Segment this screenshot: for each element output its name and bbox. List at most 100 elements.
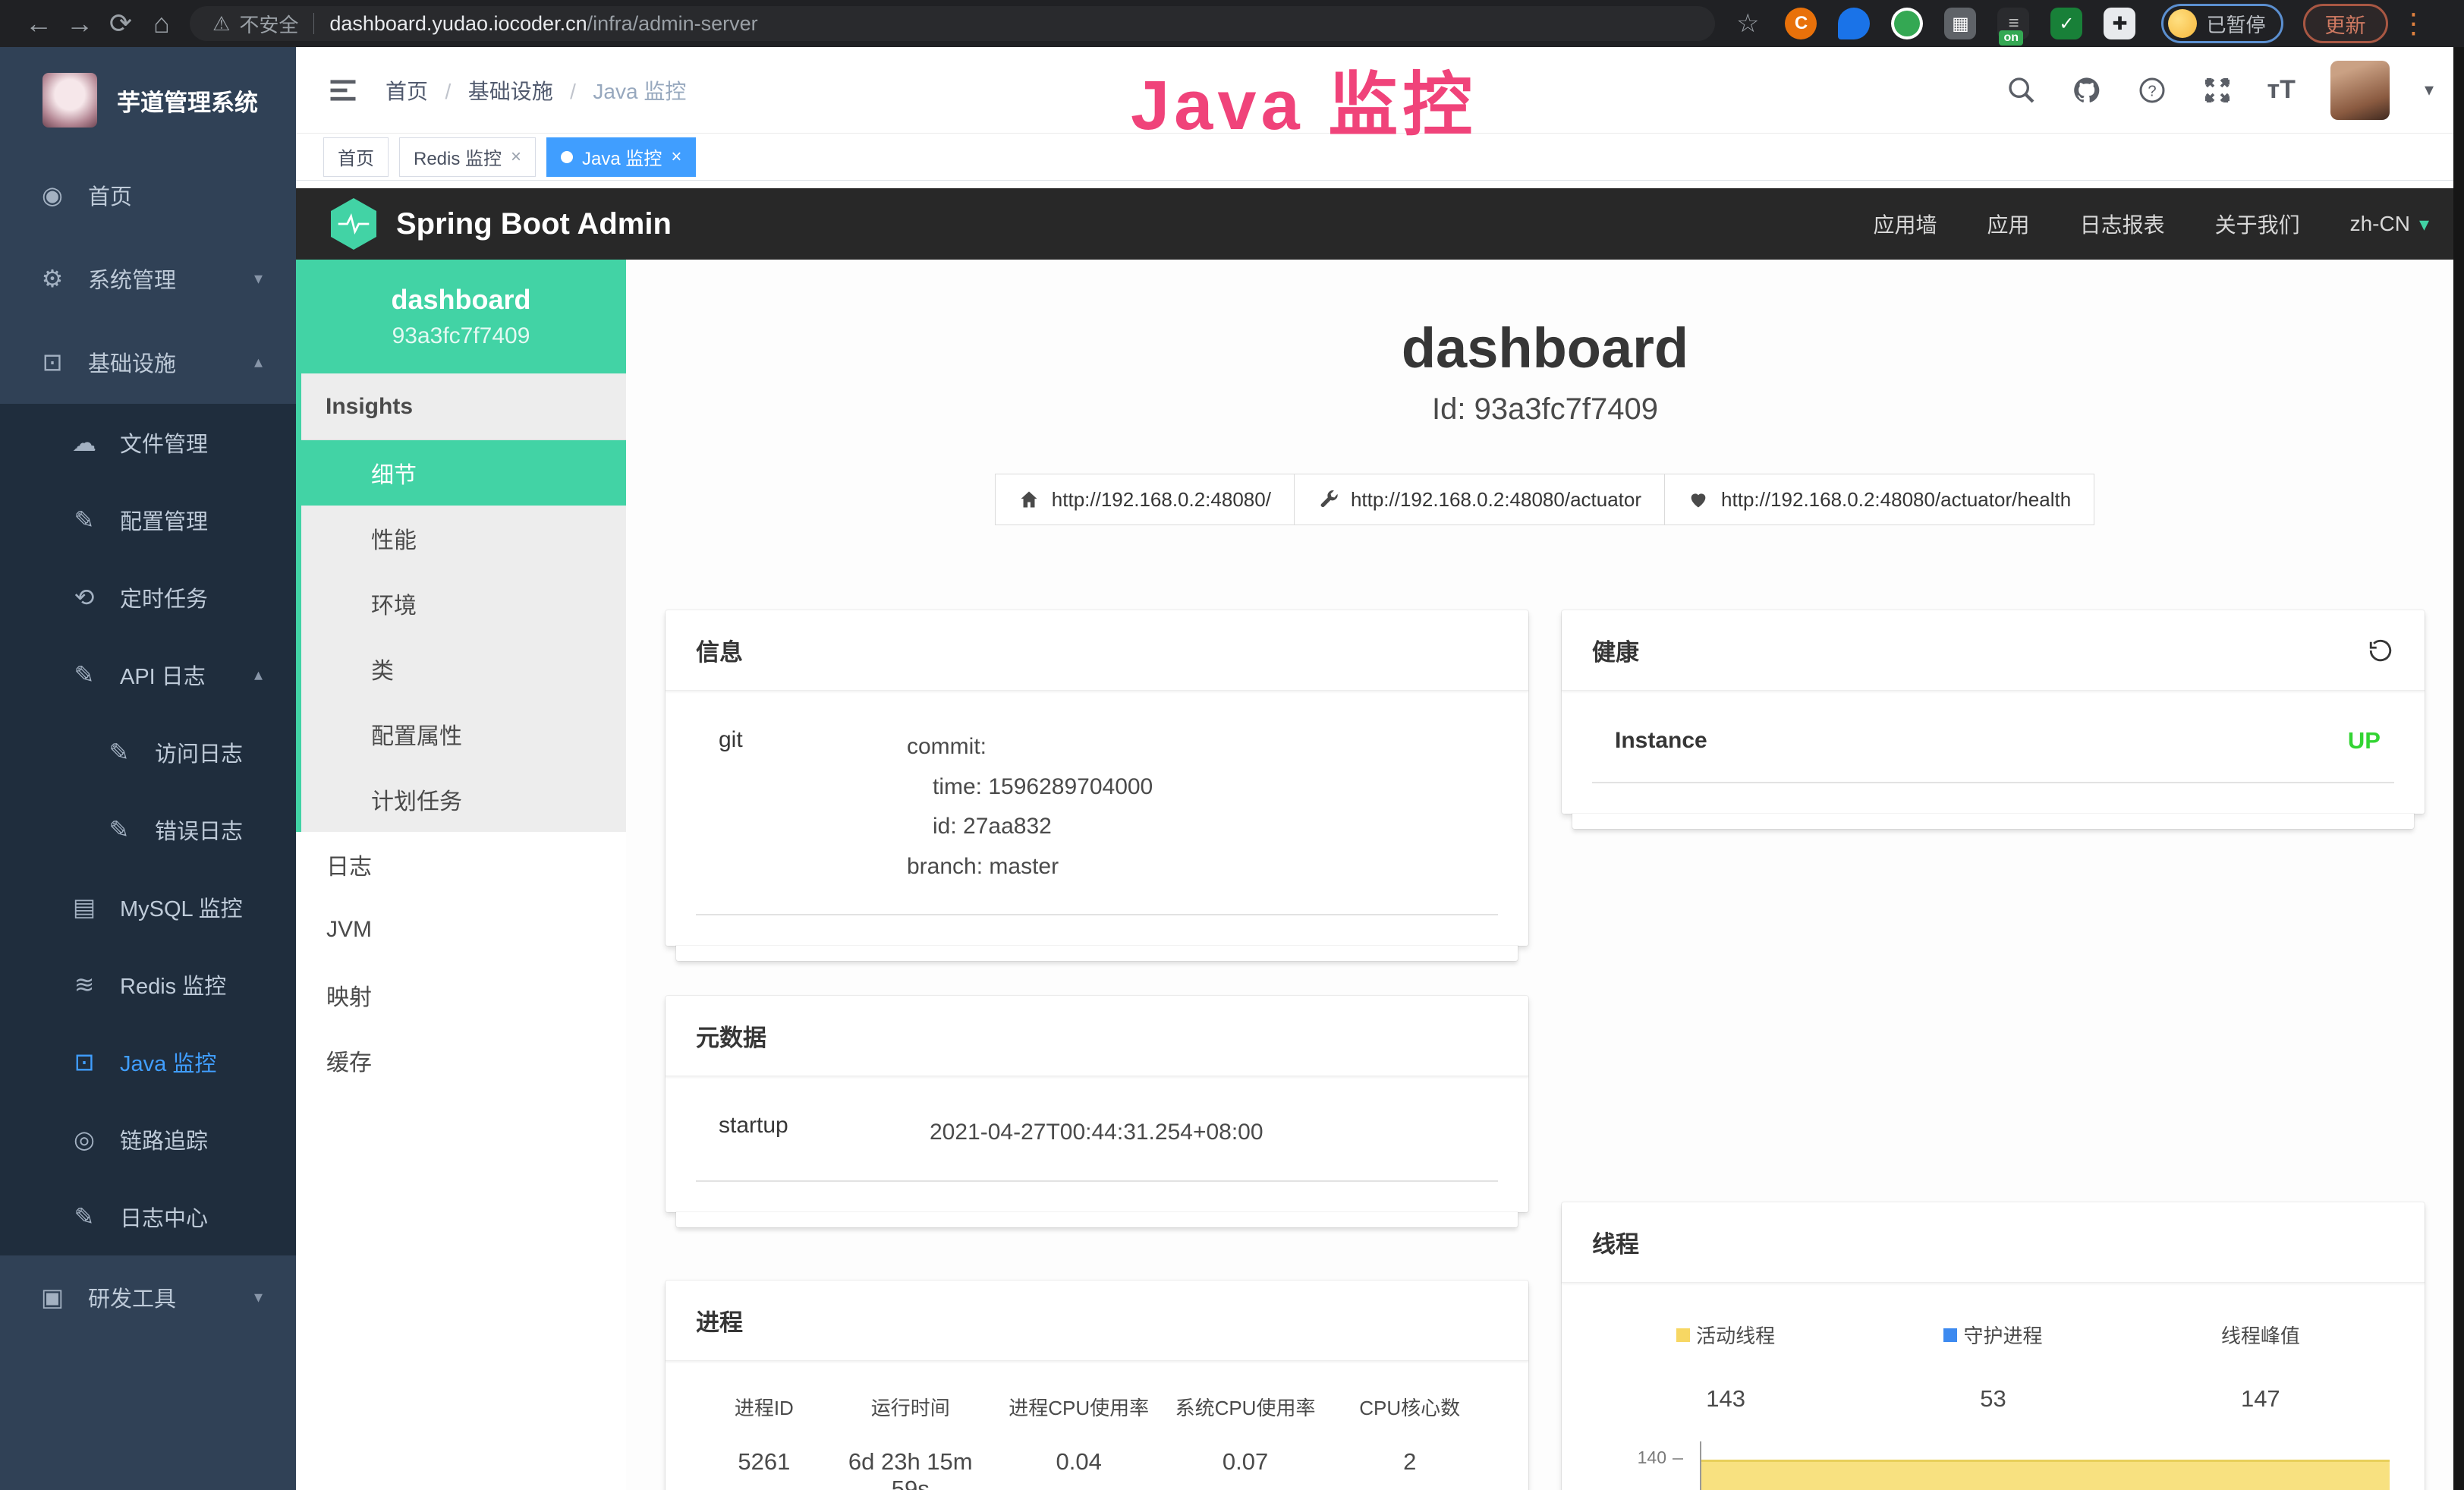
- sidebar-item-log-center[interactable]: ✎ 日志中心: [0, 1178, 296, 1255]
- toolbox-icon: ▣: [35, 1283, 70, 1312]
- sba-nav-applications[interactable]: 应用: [1987, 209, 2030, 239]
- reload-icon[interactable]: ⟳: [100, 8, 141, 39]
- cards-left-column: 信息 git commit: time: 1596289704000 id: 2…: [666, 610, 1528, 1490]
- extension-onetab-icon[interactable]: ≡on: [1997, 8, 2029, 39]
- sidebar-item-api-log[interactable]: ✎ API 日志 ▴: [0, 636, 296, 713]
- extension-grid-icon[interactable]: ▦: [1944, 8, 1976, 39]
- sba-item-metrics[interactable]: 性能: [301, 506, 626, 571]
- user-avatar[interactable]: [2330, 61, 2390, 120]
- chevron-down-icon: ▾: [254, 269, 263, 288]
- legend-daemon-threads: 守护进程: [1859, 1321, 2126, 1349]
- extension-colorpicker-icon[interactable]: C: [1785, 8, 1817, 39]
- sba-instance-header[interactable]: dashboard 93a3fc7f7409: [296, 260, 626, 373]
- sba-logo-icon[interactable]: [331, 198, 376, 250]
- sidebar-item-label: MySQL 监控: [120, 891, 243, 923]
- profile-paused-chip[interactable]: 已暂停: [2161, 4, 2283, 43]
- sidebar-item-job[interactable]: ⟲ 定时任务: [0, 559, 296, 636]
- home-icon[interactable]: ⌂: [141, 8, 182, 39]
- layers-icon: ≋: [67, 970, 102, 999]
- sba-item-logfile[interactable]: 日志: [296, 832, 626, 897]
- schedule-icon: ⟲: [67, 583, 102, 612]
- extensions-puzzle-icon[interactable]: ✚: [2104, 8, 2135, 39]
- metadata-card-body: startup 2021-04-27T00:44:31.254+08:00: [666, 1076, 1528, 1212]
- app-logo-row[interactable]: 芋道管理系统: [0, 47, 296, 153]
- process-card: 进程 进程ID 运行时间 进程CPU使用率 系统CPU使用率 CPU核心数: [666, 1281, 1528, 1490]
- sba-item-caches[interactable]: 缓存: [296, 1028, 626, 1093]
- breadcrumb-section[interactable]: 基础设施: [468, 80, 553, 103]
- url-host[interactable]: dashboard.yudao.iocoder.cn: [329, 12, 587, 36]
- forward-icon[interactable]: →: [59, 8, 100, 39]
- font-size-icon[interactable]: тT: [2267, 75, 2296, 105]
- gear-icon: ⚙: [35, 264, 70, 293]
- sba-item-configprops[interactable]: 配置属性: [301, 701, 626, 767]
- sba-item-environment[interactable]: 环境: [301, 571, 626, 636]
- profile-emoji-icon: [2168, 9, 2197, 38]
- sba-nav: 应用墙 应用 日志报表 关于我们 zh-CN ▾: [1874, 209, 2429, 239]
- cloud-upload-icon: ☁: [67, 428, 102, 457]
- sidebar-item-file[interactable]: ☁ 文件管理: [0, 404, 296, 481]
- extension-green-icon[interactable]: ✓: [2050, 8, 2082, 39]
- legend-swatch-yellow: [1676, 1328, 1690, 1342]
- browser-menu-icon[interactable]: ⋮: [2400, 8, 2428, 39]
- url-path[interactable]: /infra/admin-server: [587, 12, 758, 36]
- git-id-line: id: 27aa832: [907, 807, 1153, 847]
- sidebar-item-access-log[interactable]: ✎ 访问日志: [0, 713, 296, 791]
- sidebar-item-trace[interactable]: ◎ 链路追踪: [0, 1101, 296, 1178]
- sidebar-item-infra[interactable]: ⊡ 基础设施 ▴: [0, 320, 296, 404]
- sba-nav-about[interactable]: 关于我们: [2215, 209, 2300, 239]
- fullscreen-icon[interactable]: [2202, 75, 2233, 106]
- sba-sidebar: dashboard 93a3fc7f7409 Insights 细节 性能 环境…: [296, 260, 626, 1490]
- window-scrollbar[interactable]: [2453, 47, 2464, 1490]
- sidebar-item-label: Java 监控: [120, 1046, 216, 1078]
- tag-home[interactable]: 首页: [323, 137, 389, 177]
- heartbeat-icon: [1688, 489, 1709, 510]
- sidebar-item-config[interactable]: ✎ 配置管理: [0, 481, 296, 559]
- tag-redis-monitor[interactable]: Redis 监控 ×: [399, 137, 536, 177]
- avatar-caret-icon[interactable]: ▾: [2425, 79, 2434, 101]
- sidebar-item-java-monitor[interactable]: ⊡ Java 监控: [0, 1023, 296, 1101]
- health-url-button[interactable]: http://192.168.0.2:48080/actuator/health: [1664, 474, 2094, 525]
- sba-item-jvm[interactable]: JVM: [296, 897, 626, 962]
- tag-java-monitor[interactable]: Java 监控 ×: [546, 137, 696, 177]
- update-button[interactable]: 更新: [2303, 4, 2388, 43]
- breadcrumb-home[interactable]: 首页: [385, 80, 428, 103]
- metadata-card: 元数据 startup 2021-04-27T00:44:31.254+08:0…: [666, 996, 1528, 1212]
- dashboard-icon: ◉: [35, 181, 70, 209]
- sba-item-scheduledtasks[interactable]: 计划任务: [301, 767, 626, 832]
- sidebar-item-mysql[interactable]: ▤ MySQL 监控: [0, 868, 296, 946]
- sidebar-item-redis[interactable]: ≋ Redis 监控: [0, 946, 296, 1023]
- hamburger-icon[interactable]: [326, 74, 360, 107]
- close-icon[interactable]: ×: [511, 146, 521, 168]
- history-icon[interactable]: [2367, 637, 2394, 664]
- security-label[interactable]: 不安全: [239, 10, 298, 38]
- process-cpu: 0.04: [989, 1448, 1169, 1490]
- sba-locale-select[interactable]: zh-CN ▾: [2350, 212, 2429, 236]
- actuator-url-button[interactable]: http://192.168.0.2:48080/actuator: [1294, 474, 1665, 525]
- extension-y-icon[interactable]: [1891, 8, 1923, 39]
- table-row: git commit: time: 1596289704000 id: 27aa…: [696, 727, 1498, 915]
- card-stack-shadow: [676, 946, 1518, 961]
- bookmark-star-icon[interactable]: ☆: [1736, 8, 1759, 39]
- github-icon[interactable]: [2072, 75, 2102, 106]
- threads-area-chart: 140 120 100: [1592, 1452, 2394, 1490]
- help-icon[interactable]: ?: [2137, 75, 2167, 106]
- app-title: 芋道管理系统: [117, 83, 258, 118]
- sidebar-item-error-log[interactable]: ✎ 错误日志: [0, 791, 296, 868]
- sba-nav-journal[interactable]: 日志报表: [2080, 209, 2165, 239]
- sba-nav-wallboard[interactable]: 应用墙: [1874, 209, 1937, 239]
- sidebar-item-home[interactable]: ◉ 首页: [0, 153, 296, 237]
- sidebar-item-system[interactable]: ⚙ 系统管理 ▾: [0, 237, 296, 320]
- back-icon[interactable]: ←: [18, 8, 59, 39]
- search-icon[interactable]: [2006, 75, 2037, 106]
- sba-brand-title[interactable]: Spring Boot Admin: [396, 207, 672, 241]
- sba-item-classes[interactable]: 类: [301, 636, 626, 701]
- sidebar-item-devtools[interactable]: ▣ 研发工具 ▾: [0, 1255, 296, 1339]
- sba-item-details[interactable]: 细节: [296, 440, 626, 506]
- sidebar-item-label: Redis 监控: [120, 969, 226, 1000]
- close-icon[interactable]: ×: [671, 146, 681, 168]
- service-url-button[interactable]: http://192.168.0.2:48080/: [995, 474, 1295, 525]
- y-axis-tick: 140: [1592, 1447, 1683, 1468]
- address-bar[interactable]: ⚠ 不安全 dashboard.yudao.iocoder.cn/infra/a…: [190, 6, 1715, 41]
- extension-pin-icon[interactable]: [1838, 8, 1870, 39]
- sba-item-mappings[interactable]: 映射: [296, 962, 626, 1028]
